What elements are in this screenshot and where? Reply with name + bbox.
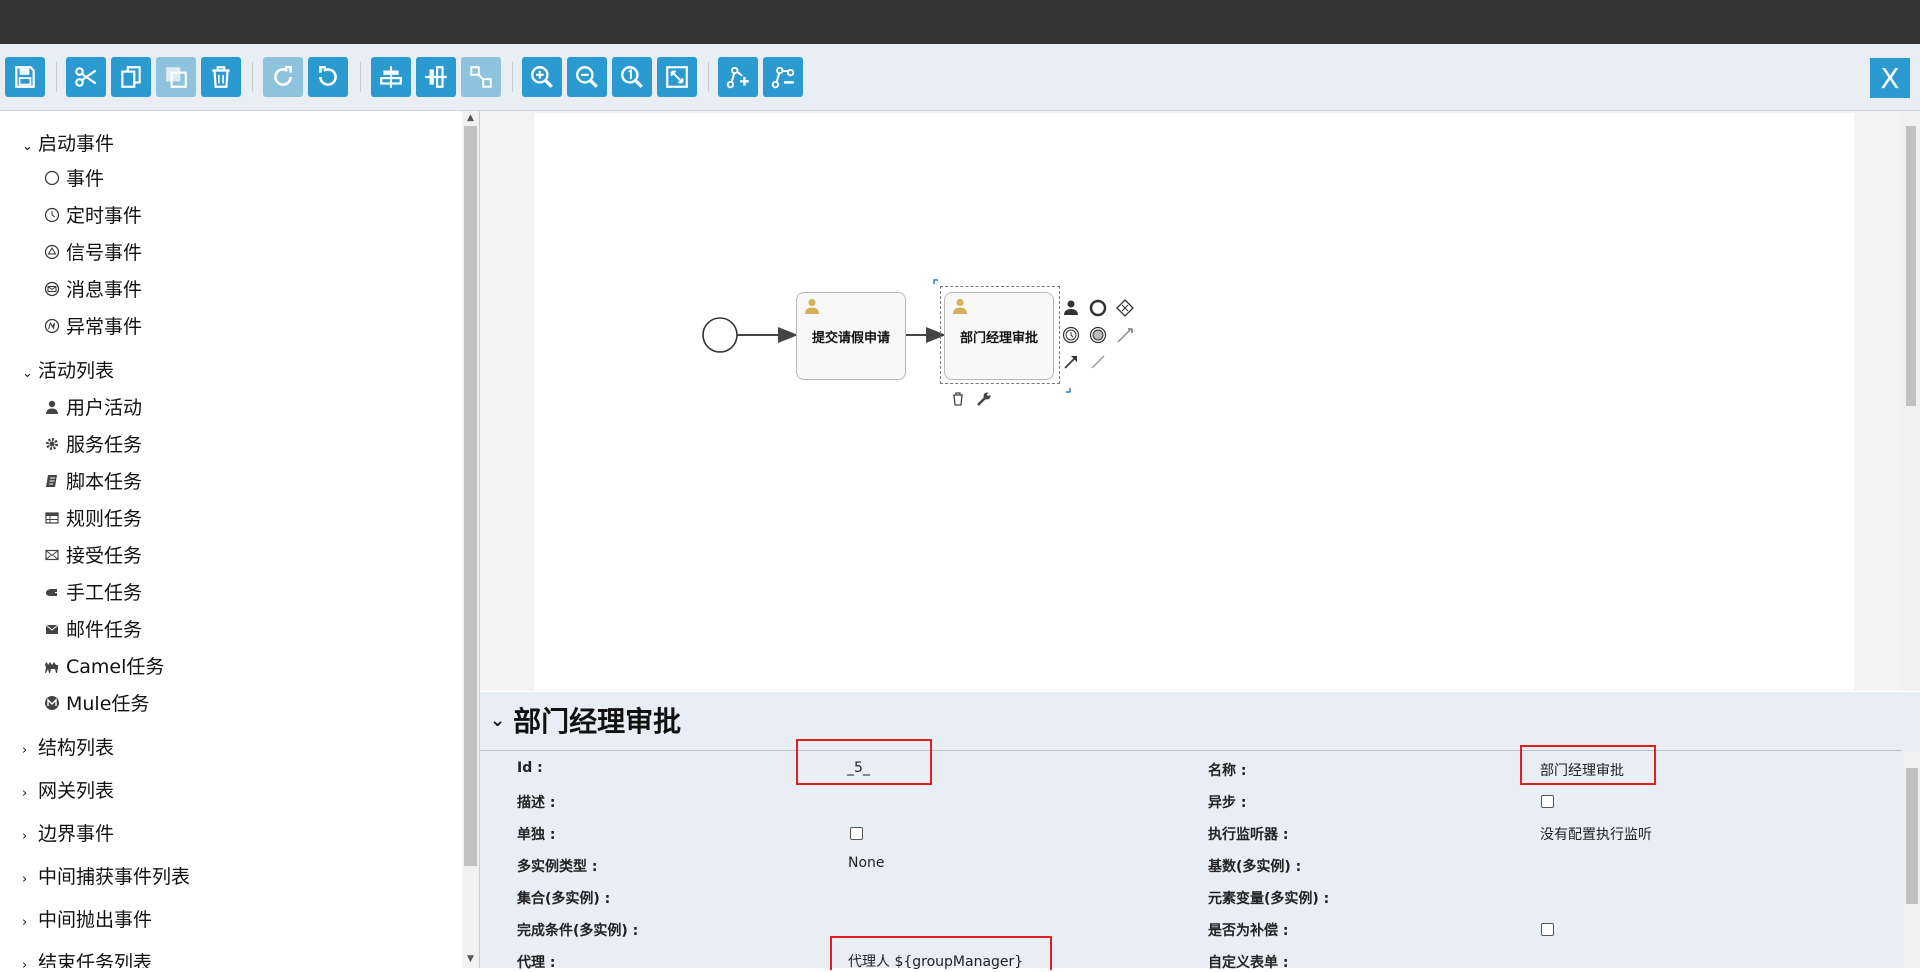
- user-task-icon: [803, 297, 821, 319]
- prop-value-mi-type[interactable]: None: [848, 855, 885, 871]
- end-event-icon: [1089, 299, 1107, 317]
- compensation-checkbox[interactable]: [1541, 923, 1554, 936]
- prop-label-id: Id :: [517, 760, 543, 776]
- selection-handles: [933, 279, 1071, 393]
- prop-label-async: 异步 :: [1208, 795, 1247, 811]
- prop-label-cardinality: 基数(多实例) :: [1208, 859, 1302, 875]
- prop-label-name: 名称 :: [1208, 763, 1247, 779]
- highlight-box: [796, 739, 932, 785]
- properties-scrollbar-thumb[interactable]: [1906, 768, 1918, 904]
- prop-label-description: 描述 :: [517, 795, 556, 811]
- append-gateway[interactable]: [1116, 299, 1134, 321]
- chevron-down-icon: ⌄: [490, 709, 506, 731]
- prop-label-completion-condition: 完成条件(多实例) :: [517, 923, 639, 939]
- properties-divider: [480, 750, 1902, 751]
- prop-label-custom-form: 自定义表单 :: [1208, 955, 1289, 971]
- append-end-event[interactable]: [1089, 299, 1107, 321]
- change-type[interactable]: [976, 391, 992, 411]
- prop-label-collection: 集合(多实例) :: [517, 891, 611, 907]
- association-icon: [1117, 328, 1133, 343]
- append-intermediate-event[interactable]: [1089, 326, 1107, 348]
- highlight-box: [1520, 745, 1656, 785]
- exclusive-checkbox[interactable]: [850, 827, 863, 840]
- prop-label-element-variable: 元素变量(多实例) :: [1208, 891, 1330, 907]
- start-event[interactable]: [702, 317, 738, 353]
- task-submit-leave[interactable]: 提交请假申请: [796, 292, 906, 380]
- user-icon: [1064, 300, 1078, 315]
- properties-panel: [480, 692, 1920, 968]
- connect-association[interactable]: [1089, 353, 1107, 375]
- line-icon: [1091, 355, 1105, 369]
- intermediate-event-icon: [1089, 326, 1107, 344]
- arrow-icon: [1064, 356, 1077, 369]
- prop-label-mi-type: 多实例类型 :: [517, 859, 598, 875]
- gateway-icon: [1116, 299, 1134, 317]
- append-user-task[interactable]: [1062, 299, 1080, 321]
- prop-value-execution-listeners[interactable]: 没有配置执行监听: [1540, 824, 1652, 844]
- prop-label-assignee: 代理 :: [517, 955, 556, 971]
- trash-icon: [953, 392, 963, 406]
- delete-element[interactable]: [950, 391, 966, 411]
- append-timer-event[interactable]: [1062, 326, 1080, 348]
- prop-label-compensation: 是否为补偿 :: [1208, 923, 1289, 939]
- wrench-icon: [977, 392, 991, 406]
- append-association[interactable]: [1116, 326, 1134, 348]
- properties-title[interactable]: ⌄ 部门经理审批: [490, 700, 681, 740]
- timer-icon: [1062, 326, 1080, 344]
- prop-label-execution-listeners: 执行监听器 :: [1208, 827, 1289, 843]
- connect-sequence-flow[interactable]: [1062, 353, 1080, 375]
- highlight-box: [830, 936, 1052, 970]
- async-checkbox[interactable]: [1541, 795, 1554, 808]
- prop-label-exclusive: 单独 :: [517, 827, 556, 843]
